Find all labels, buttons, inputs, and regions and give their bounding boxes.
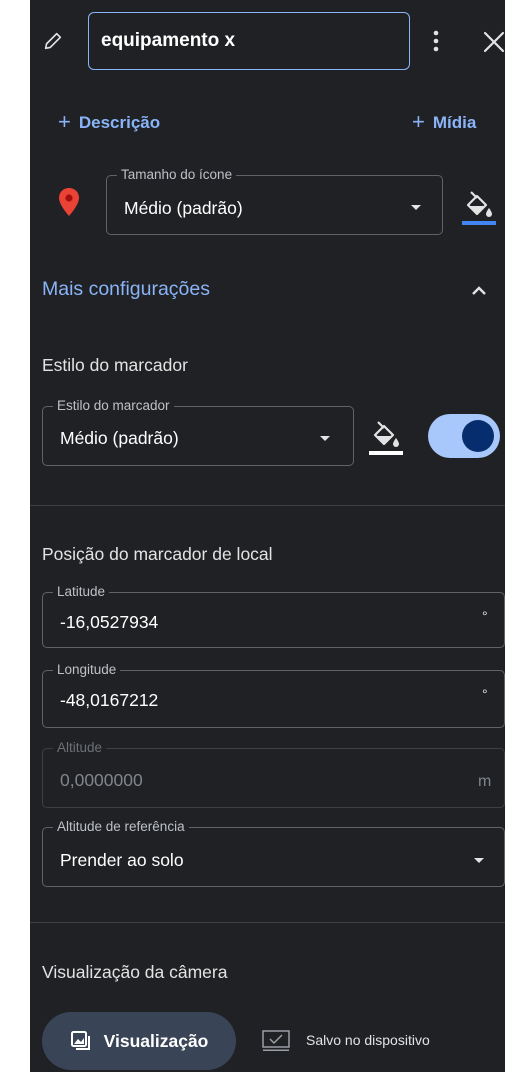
saved-on-device-label: Salvo no dispositivo [306, 1032, 430, 1048]
altitude-value: 0,0000000 [60, 770, 143, 790]
altitude-unit: m [478, 773, 492, 790]
marker-style-switch[interactable] [428, 414, 500, 458]
camera-preview-label: Visualização [103, 1030, 209, 1051]
more-settings-toggle[interactable]: Mais configurações [42, 278, 210, 301]
latitude-unit: ° [482, 608, 488, 624]
chevron-down-icon [411, 205, 421, 210]
longitude-label: Longitude [57, 662, 117, 677]
icon-size-value: Médio (padrão) [124, 198, 243, 218]
divider [30, 505, 505, 506]
marker-style-label: Estilo do marcador [57, 398, 170, 413]
fill-color-icon[interactable] [462, 188, 496, 226]
name-input[interactable] [89, 13, 409, 69]
altitude-ref-value: Prender ao solo [60, 850, 184, 870]
chevron-down-icon [320, 436, 330, 441]
divider [30, 922, 505, 923]
marker-style-title: Estilo do marcador [42, 355, 188, 375]
add-media-label: Mídia [432, 113, 477, 132]
checkbox-icon[interactable] [262, 1030, 290, 1052]
plus-icon: + [58, 109, 71, 134]
latitude-label: Latitude [57, 584, 106, 599]
add-description-button[interactable]: + Descrição [58, 108, 160, 134]
camera-preview-button[interactable]: Visualização [42, 1012, 236, 1070]
altitude-label: Altitude [57, 740, 103, 755]
fill-color-icon[interactable] [369, 418, 403, 456]
add-media-button[interactable]: + Mídia [412, 108, 476, 134]
close-icon[interactable] [482, 30, 505, 54]
position-title: Posição do marcador de local [42, 544, 273, 564]
placemark-edit-panel: + Descrição + Mídia Tamanho do ícone Médio… [30, 0, 505, 1072]
map-pin-icon [58, 187, 80, 217]
name-field[interactable] [88, 12, 410, 70]
longitude-value: -48,0167212 [60, 690, 159, 710]
chevron-up-icon[interactable] [471, 284, 487, 296]
switch-knob [462, 420, 494, 452]
camera-title: Visualização da câmera [42, 962, 228, 982]
altitude-ref-label: Altitude de referência [57, 819, 185, 834]
more-vert-icon[interactable] [428, 28, 444, 54]
icon-size-label: Tamanho do ícone [121, 167, 233, 182]
chevron-down-icon [474, 858, 484, 863]
add-description-label: Descrição [78, 113, 161, 132]
latitude-value: -16,0527934 [60, 612, 159, 632]
image-icon [70, 1030, 92, 1052]
longitude-unit: ° [482, 686, 488, 702]
pencil-icon [42, 30, 64, 52]
marker-style-value: Médio (padrão) [60, 428, 179, 448]
plus-icon: + [412, 109, 425, 134]
